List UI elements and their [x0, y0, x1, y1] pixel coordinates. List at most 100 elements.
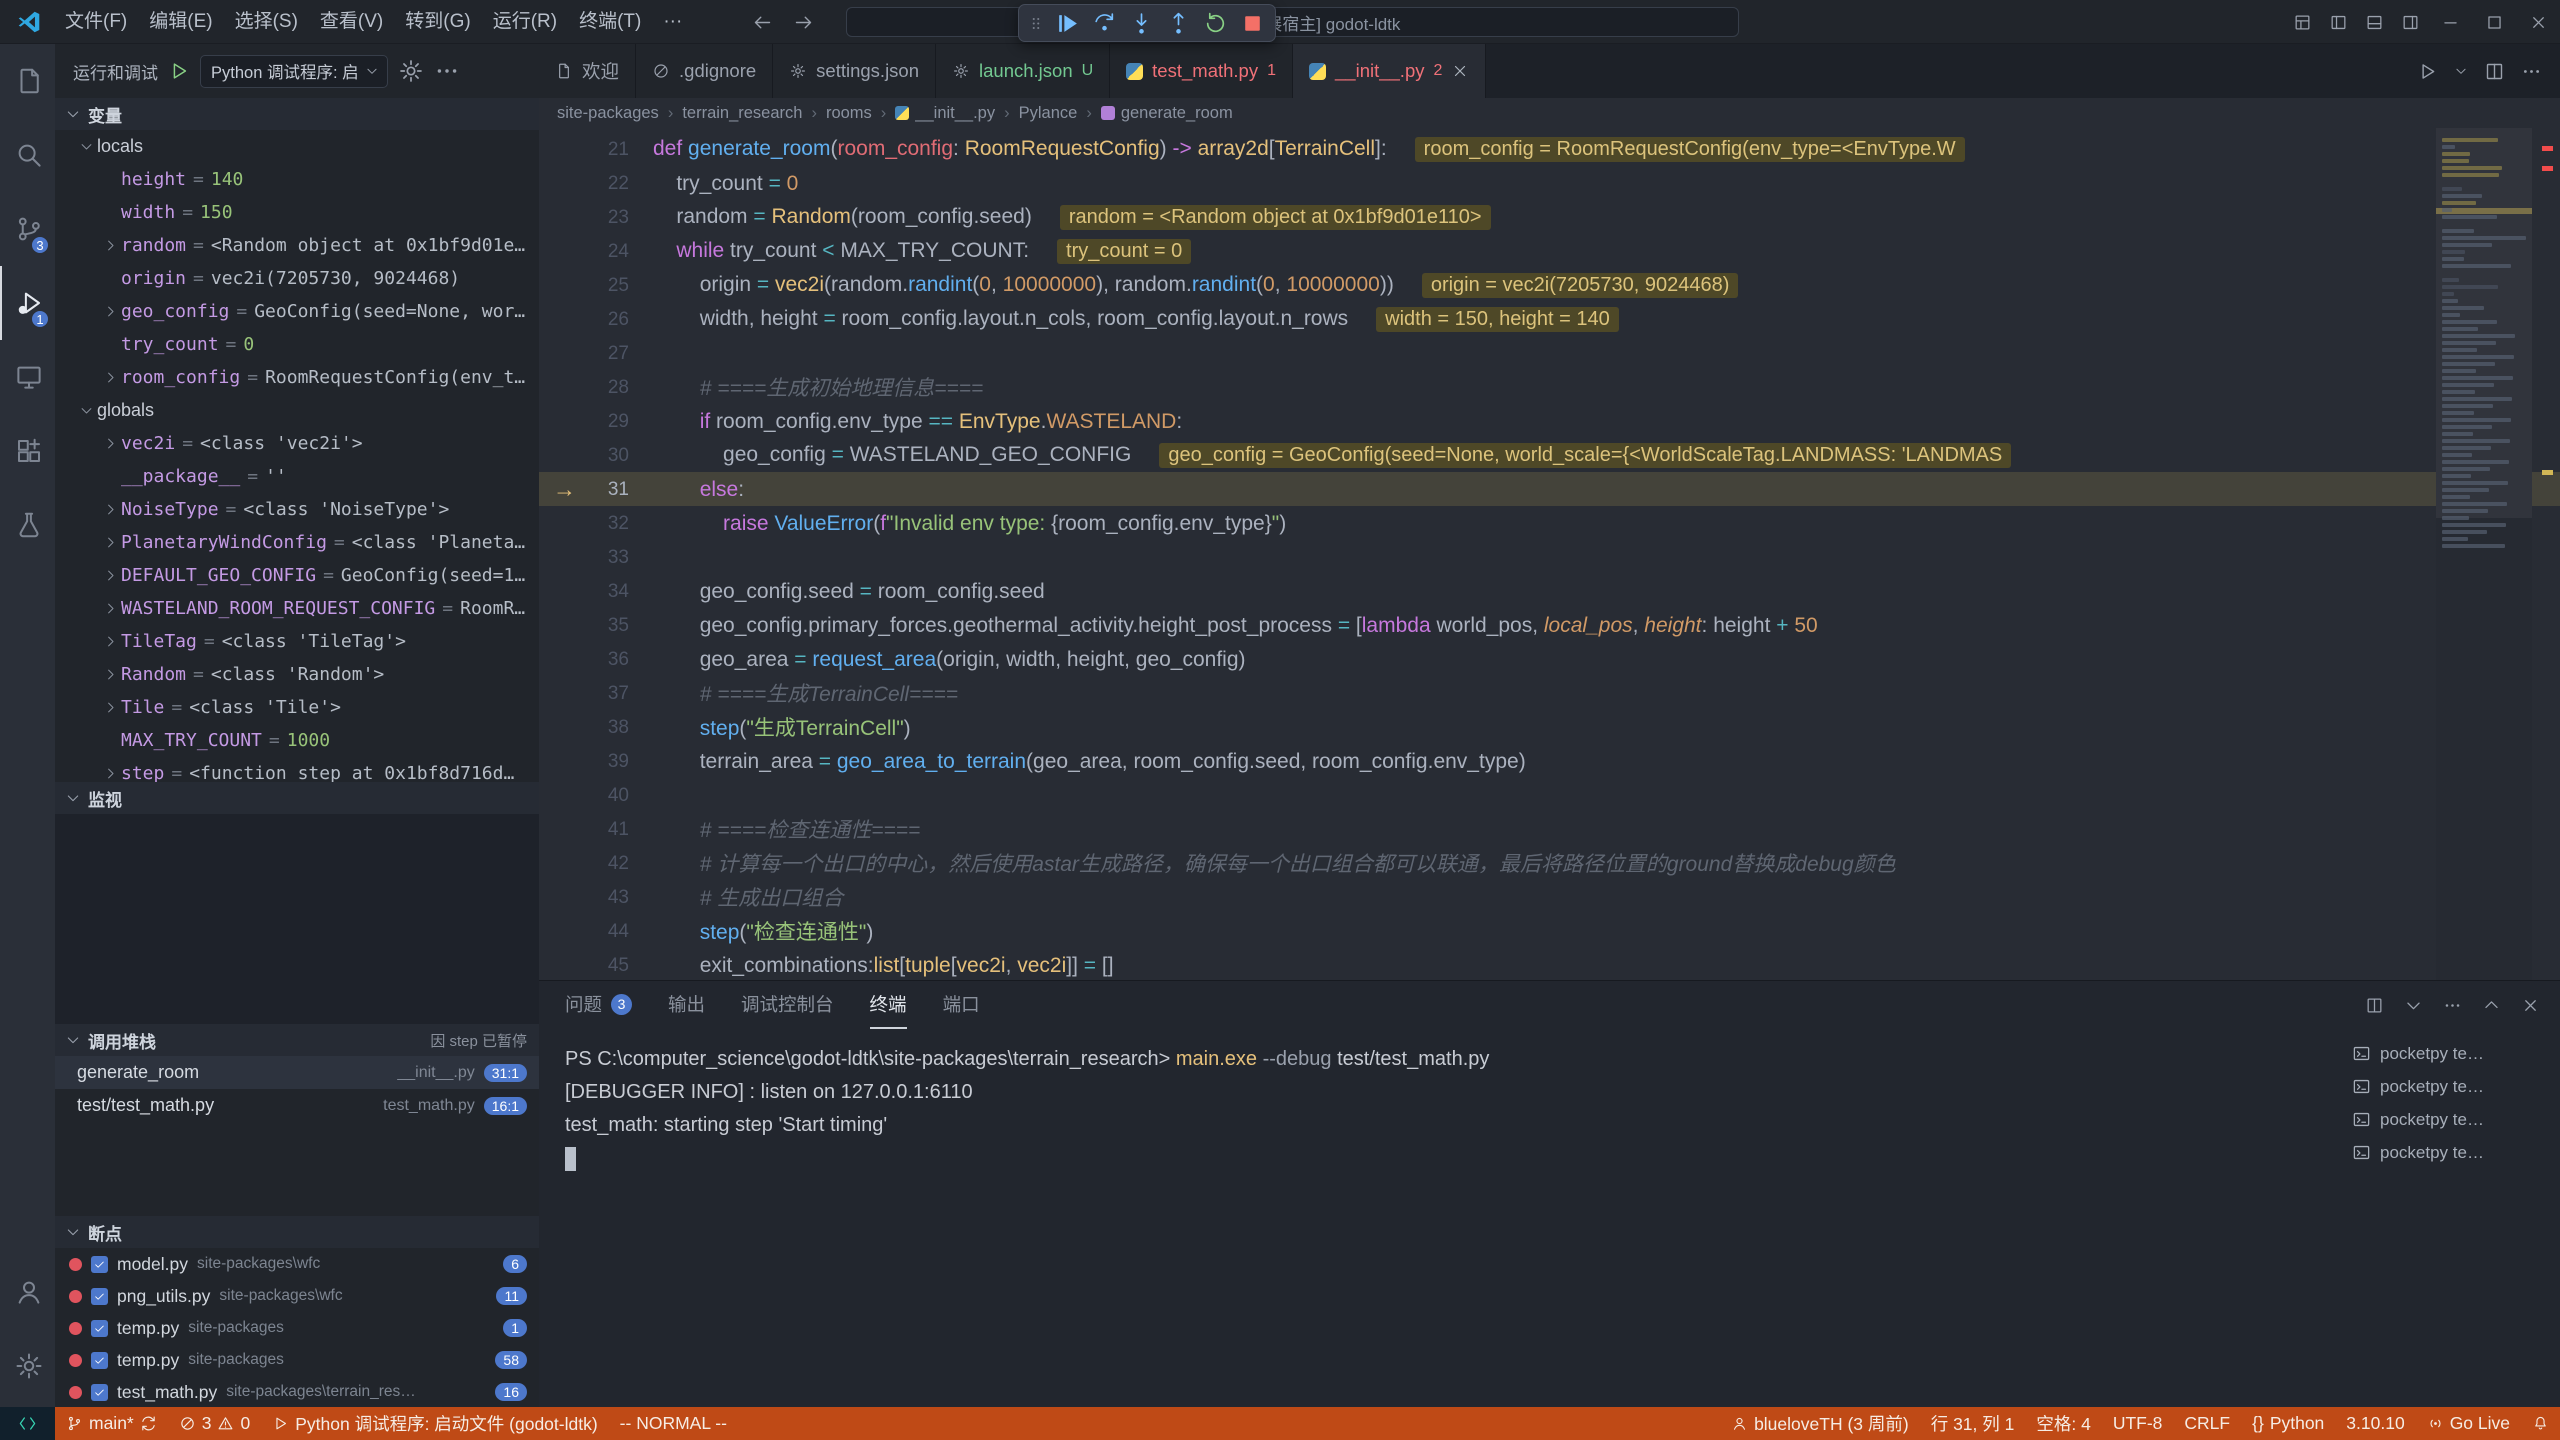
variable-row[interactable]: vec2i=<class 'vec2i'>	[55, 427, 539, 460]
menu-item[interactable]: 运行(R)	[482, 0, 568, 44]
variable-row[interactable]: DEFAULT_GEO_CONFIG=GeoConfig(seed=1…	[55, 559, 539, 592]
restart-icon[interactable]	[1200, 8, 1230, 38]
variable-row[interactable]: geo_config=GeoConfig(seed=None, wor…	[55, 295, 539, 328]
breadcrumb-item[interactable]: Pylance	[1019, 104, 1078, 123]
variable-row[interactable]: width=150	[55, 196, 539, 229]
code-line[interactable]: 40	[539, 778, 2560, 812]
terminal-instance-item[interactable]: pocketpy te…	[2342, 1070, 2552, 1103]
git-blame-status[interactable]: blueloveTH (3 周前)	[1720, 1407, 1920, 1440]
split-editor-icon[interactable]	[2484, 61, 2505, 82]
minimap[interactable]	[2436, 128, 2532, 980]
activity-account-icon[interactable]	[0, 1255, 55, 1329]
toggle-panel-icon[interactable]	[2356, 0, 2392, 44]
panel-tab-输出[interactable]: 输出	[668, 981, 705, 1029]
code-line[interactable]: 37 # ====生成TerrainCell====	[539, 676, 2560, 710]
debug-session-status[interactable]: Python 调试程序: 启动文件 (godot-ldtk)	[261, 1407, 608, 1440]
continue-icon[interactable]	[1052, 8, 1082, 38]
breakpoint-row[interactable]: temp.pysite-packages58	[55, 1344, 539, 1376]
breakpoint-checkbox[interactable]	[91, 1384, 108, 1401]
code-editor[interactable]: 2021def generate_room(room_config: RoomR…	[539, 128, 2560, 980]
panel-tab-终端[interactable]: 终端	[870, 981, 907, 1029]
more-actions-icon[interactable]	[434, 58, 460, 84]
notifications-bell[interactable]	[2521, 1407, 2560, 1440]
code-line[interactable]: 33	[539, 540, 2560, 574]
variable-row[interactable]: height=140	[55, 163, 539, 196]
code-line[interactable]: 34 geo_config.seed = room_config.seed	[539, 574, 2560, 608]
variables-section-header[interactable]: 变量	[55, 98, 539, 130]
code-line[interactable]: 22 try_count = 0	[539, 166, 2560, 200]
panel-tab-调试控制台[interactable]: 调试控制台	[741, 981, 834, 1029]
problems-status[interactable]: 3 0	[168, 1407, 261, 1440]
more-icon[interactable]	[2443, 996, 2462, 1015]
code-line[interactable]: 30 geo_config = WASTELAND_GEO_CONFIGgeo_…	[539, 438, 2560, 472]
watch-section-header[interactable]: 监视	[55, 782, 539, 814]
run-icon[interactable]	[2417, 61, 2438, 82]
breadcrumb-item[interactable]: generate_room	[1101, 104, 1233, 123]
terminal-layout-icon[interactable]	[2365, 996, 2384, 1015]
step-out-icon[interactable]	[1163, 8, 1193, 38]
variable-row[interactable]: __package__=''	[55, 460, 539, 493]
breakpoint-checkbox[interactable]	[91, 1288, 108, 1305]
more-icon[interactable]	[2521, 61, 2542, 82]
menu-item[interactable]: ···	[652, 0, 693, 44]
tab-settings.json[interactable]: settings.json	[773, 44, 936, 98]
minimize-icon[interactable]	[2428, 0, 2472, 44]
toggle-sidebar-icon[interactable]	[2320, 0, 2356, 44]
cursor-position[interactable]: 行 31, 列 1	[1920, 1407, 2026, 1440]
variable-row[interactable]: TileTag=<class 'TileTag'>	[55, 625, 539, 658]
command-center-search[interactable]: [调试扩展宿主] godot-ldtk	[846, 7, 1739, 37]
code-line[interactable]: 26 width, height = room_config.layout.n_…	[539, 302, 2560, 336]
breakpoint-checkbox[interactable]	[91, 1352, 108, 1369]
close-icon[interactable]	[2521, 996, 2540, 1015]
variables-scope-row[interactable]: globals	[55, 394, 539, 427]
code-line[interactable]: 25 origin = vec2i(random.randint(0, 1000…	[539, 268, 2560, 302]
maximize-icon[interactable]	[2472, 0, 2516, 44]
language-mode[interactable]: {} Python	[2241, 1407, 2335, 1440]
panel-tab-问题[interactable]: 问题3	[565, 981, 632, 1029]
menu-item[interactable]: 选择(S)	[224, 0, 309, 44]
variable-row[interactable]: WASTELAND_ROOM_REQUEST_CONFIG=RoomR…	[55, 592, 539, 625]
step-over-icon[interactable]	[1089, 8, 1119, 38]
breadcrumb-item[interactable]: __init__.py	[895, 104, 995, 123]
step-into-icon[interactable]	[1126, 8, 1156, 38]
breadcrumb-item[interactable]: rooms	[826, 104, 872, 123]
eol-status[interactable]: CRLF	[2173, 1407, 2241, 1440]
code-line[interactable]: 38 step("生成TerrainCell")	[539, 710, 2560, 744]
variable-row[interactable]: step=<function step at 0x1bf8d716d…	[55, 757, 539, 782]
tab-test_math.py[interactable]: test_math.py1	[1110, 44, 1293, 98]
variables-scope-row[interactable]: locals	[55, 130, 539, 163]
breakpoint-row[interactable]: test_math.pysite-packages\terrain_res…16	[55, 1376, 539, 1407]
menu-item[interactable]: 文件(F)	[54, 0, 138, 44]
breadcrumb-item[interactable]: terrain_research	[682, 104, 802, 123]
code-line[interactable]: 27	[539, 336, 2560, 370]
menu-item[interactable]: 编辑(E)	[138, 0, 223, 44]
breakpoint-row[interactable]: png_utils.pysite-packages\wfc11	[55, 1280, 539, 1312]
variable-row[interactable]: PlanetaryWindConfig=<class 'Planeta…	[55, 526, 539, 559]
variable-row[interactable]: room_config=RoomRequestConfig(env_t…	[55, 361, 539, 394]
activity-explorer-icon[interactable]	[0, 44, 55, 118]
code-line[interactable]: 24 while try_count < MAX_TRY_COUNT:try_c…	[539, 234, 2560, 268]
overview-ruler[interactable]	[2532, 128, 2560, 980]
call-stack-section-header[interactable]: 调用堆栈 因 step 已暂停	[55, 1024, 539, 1056]
terminal-instance-item[interactable]: pocketpy te…	[2342, 1136, 2552, 1169]
remote-indicator[interactable]	[0, 1407, 55, 1440]
code-line[interactable]: 44 step("检查连通性")	[539, 914, 2560, 948]
close-icon[interactable]	[2516, 0, 2560, 44]
code-line[interactable]: 32 raise ValueError(f"Invalid env type: …	[539, 506, 2560, 540]
tab-欢迎[interactable]: 欢迎	[539, 44, 636, 98]
code-line[interactable]: 41 # ====检查连通性====	[539, 812, 2560, 846]
menu-item[interactable]: 转到(G)	[394, 0, 481, 44]
breakpoints-section-header[interactable]: 断点	[55, 1216, 539, 1248]
variable-row[interactable]: random=<Random object at 0x1bf9d01e…	[55, 229, 539, 262]
variable-row[interactable]: Tile=<class 'Tile'>	[55, 691, 539, 724]
activity-remote-explorer-icon[interactable]	[0, 340, 55, 414]
breakpoint-checkbox[interactable]	[91, 1256, 108, 1273]
breakpoint-checkbox[interactable]	[91, 1320, 108, 1337]
variable-row[interactable]: NoiseType=<class 'NoiseType'>	[55, 493, 539, 526]
breakpoint-row[interactable]: model.pysite-packages\wfc6	[55, 1248, 539, 1280]
activity-source-control-icon[interactable]: 3	[0, 192, 55, 266]
activity-search-icon[interactable]	[0, 118, 55, 192]
breadcrumb-item[interactable]: site-packages	[557, 104, 659, 123]
variable-row[interactable]: Random=<class 'Random'>	[55, 658, 539, 691]
chevron-down-icon[interactable]	[2454, 64, 2468, 78]
